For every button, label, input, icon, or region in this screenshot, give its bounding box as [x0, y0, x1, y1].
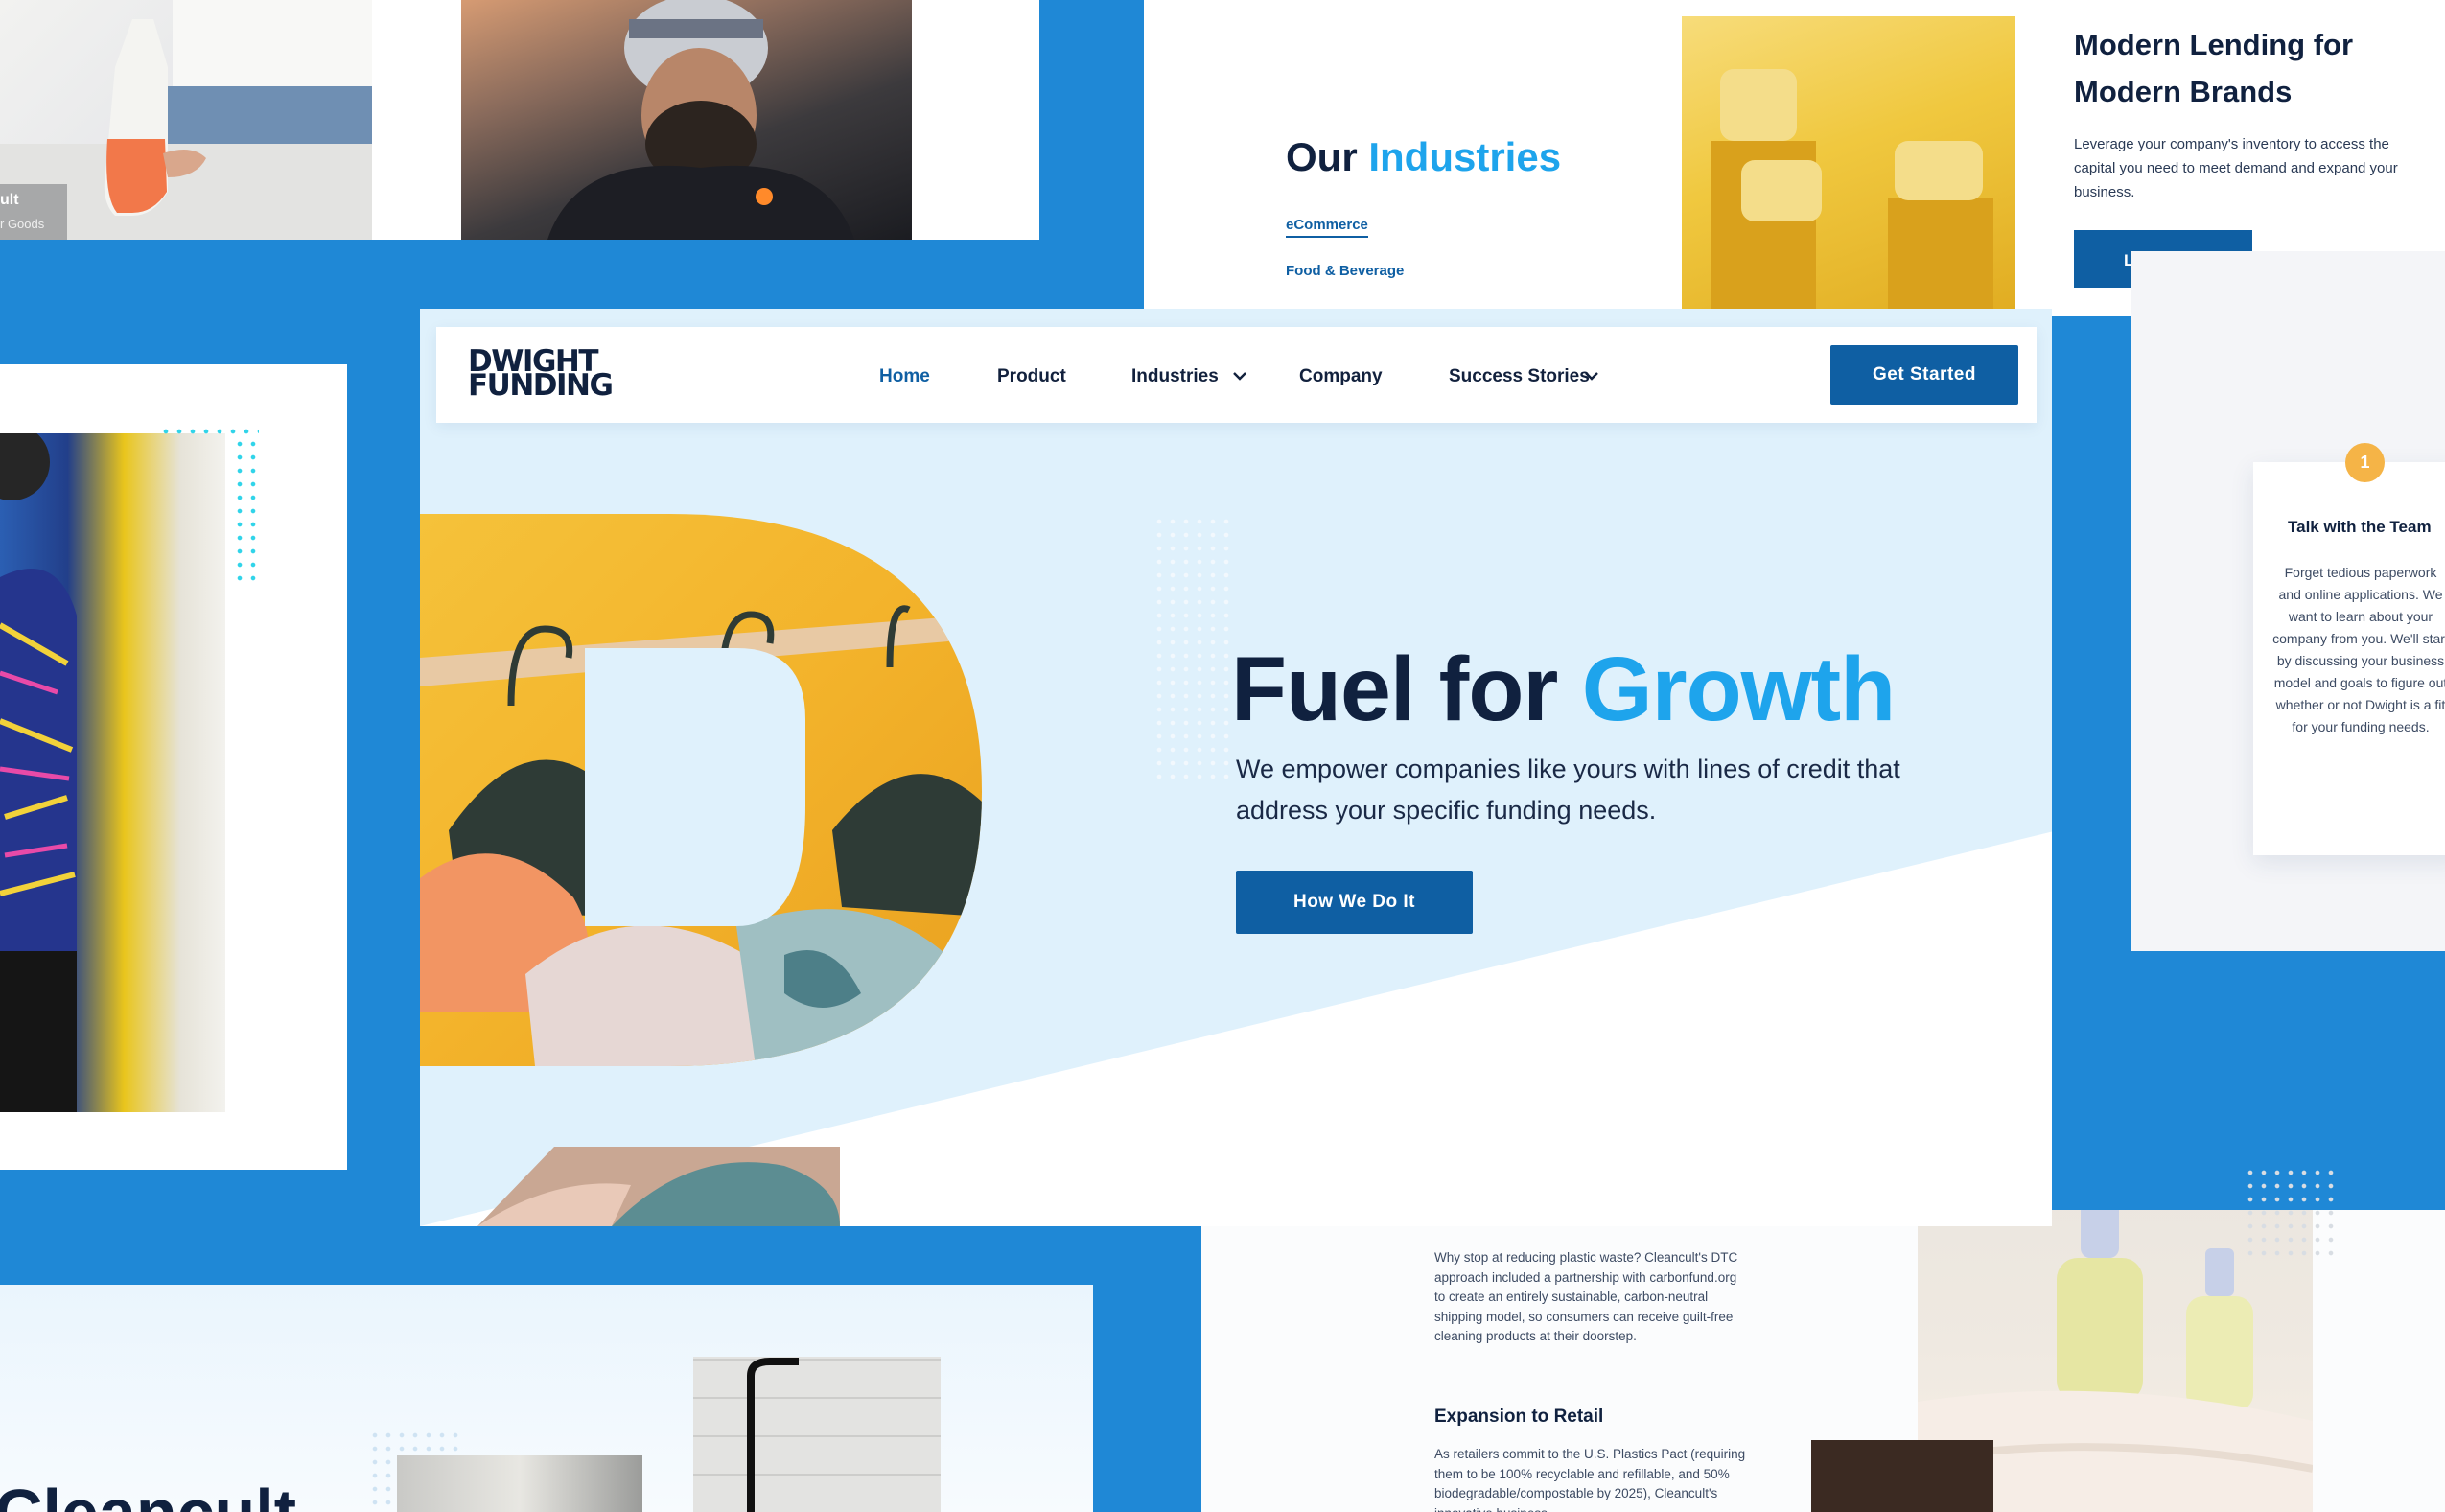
mockup-top-left: ult r Goods [0, 0, 1039, 240]
how-we-do-it-button[interactable]: How We Do It [1236, 871, 1473, 934]
product-photo-yellow-bags [1682, 16, 2015, 309]
nav-industries[interactable]: Industries [1131, 366, 1219, 387]
nav-success-stories[interactable]: Success Stories [1449, 366, 1590, 387]
decor-dots-hero [1153, 515, 1229, 783]
lending-title: Modern Lending for Modern Brands [2074, 28, 2354, 108]
hero-subtext: We empower companies like yours with lin… [1236, 755, 1900, 825]
portrait-photo-man-beanie [461, 0, 912, 240]
mockup-bottom-left: Cleancult [0, 1285, 1093, 1512]
lending-body: Leverage your company's inventory to acc… [2074, 136, 2398, 200]
nav-product[interactable]: Product [997, 366, 1066, 387]
portrait-photo-yellow-wall [0, 433, 225, 1112]
case-study-paragraph-2: As retailers commit to the U.S. Plastics… [1434, 1447, 1746, 1512]
chevron-down-icon[interactable] [1581, 365, 1602, 386]
corner-label-title: ult [0, 192, 19, 208]
industry-link-food-beverage[interactable]: Food & Beverage [1286, 263, 1404, 279]
logo-line-2: FUNDING [468, 368, 614, 403]
hero-section: DWIGHT FUNDING Home Product Industries C… [420, 309, 2052, 1226]
dwight-funding-logo[interactable]: DWIGHT FUNDING [468, 347, 614, 403]
headline-part-1: Fuel for [1231, 639, 1582, 740]
bottom-brand-title: Cleancult [0, 1475, 296, 1512]
bottom-photo-room [397, 1455, 642, 1512]
case-study-paragraph: Why stop at reducing plastic waste? Clea… [1434, 1250, 1738, 1343]
mockup-right: 1 Talk with the Team Forget tedious pape… [2131, 251, 2445, 951]
industry-link-ecommerce[interactable]: eCommerce [1286, 217, 1368, 238]
headline-part-2: Growth [1581, 639, 1896, 740]
top-nav-bar: DWIGHT FUNDING Home Product Industries C… [436, 327, 2037, 423]
corner-label-subtitle: r Goods [0, 217, 45, 231]
bottom-photo-faucet [693, 1357, 941, 1512]
team-card-title: Talk with the Team [2288, 518, 2432, 536]
product-photo-pitcher: ult r Goods [0, 0, 372, 240]
team-step-card: 1 Talk with the Team Forget tedious pape… [2253, 443, 2445, 855]
step-badge: 1 [2345, 443, 2385, 482]
nav-home[interactable]: Home [879, 366, 930, 387]
decor-dots-cyan-vertical [233, 437, 262, 586]
bottom-photo-desk [1811, 1440, 1993, 1512]
hero-letter-d-photo [420, 514, 982, 1226]
industries-title: Our Industries [1286, 134, 1562, 179]
get-started-button[interactable]: Get Started [1830, 345, 2018, 405]
case-study-heading: Expansion to Retail [1434, 1407, 1604, 1427]
team-card-body: Forget tedious paperwork and online appl… [2272, 565, 2445, 734]
chevron-down-icon[interactable] [1229, 365, 1250, 386]
decor-dots-grey [2244, 1166, 2341, 1258]
hero-headline: Fuel for Growth [1231, 638, 1896, 742]
nav-company[interactable]: Company [1299, 366, 1383, 387]
